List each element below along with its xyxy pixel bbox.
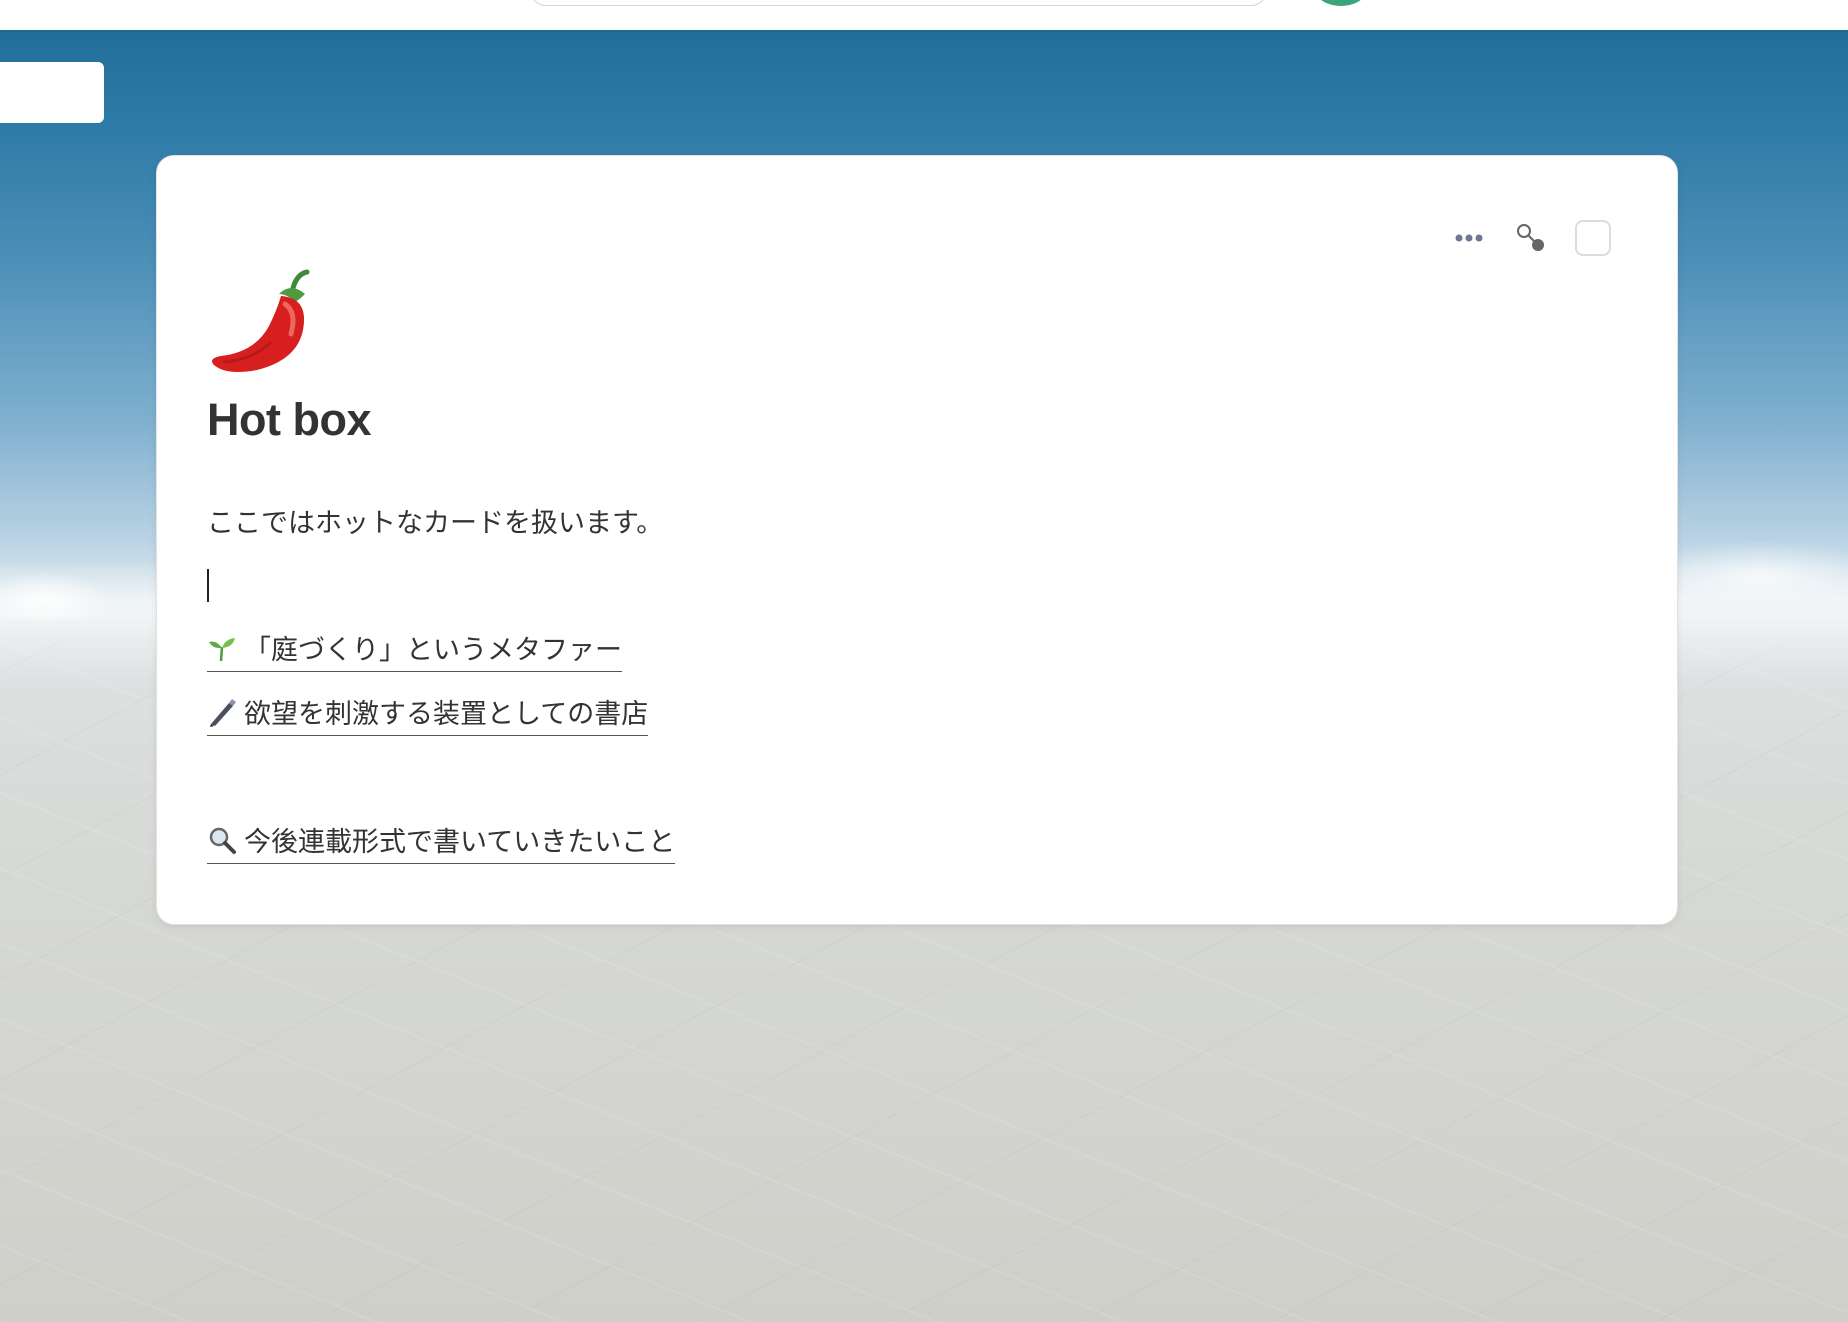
search-input[interactable] [530, 0, 1267, 6]
card-title: Hot box [207, 394, 371, 445]
top-bar [0, 0, 1848, 30]
more-options-button[interactable] [1449, 218, 1489, 258]
connect-icon [1517, 224, 1544, 251]
select-checkbox[interactable] [1575, 220, 1611, 256]
card-link[interactable]: 欲望を刺激する装置としての書店 [207, 692, 649, 736]
avatar[interactable] [1317, 0, 1365, 6]
magnifier-icon [207, 825, 237, 855]
card-link[interactable]: 今後連載形式で書いていきたいこと [207, 820, 676, 864]
card-link-label: 「庭づくり」というメタファー [244, 635, 622, 666]
card-link-label: 欲望を刺激する装置としての書店 [244, 699, 649, 730]
select-card-button[interactable] [1573, 218, 1613, 258]
card-link[interactable]: 「庭づくり」というメタファー [207, 628, 622, 672]
text-cursor [207, 569, 209, 602]
background-cloud [0, 570, 110, 620]
card-actions [1427, 218, 1613, 258]
card-link-label: 今後連載形式で書いていきたいこと [244, 827, 676, 858]
card-description: ここではホットなカードを扱います。 [207, 508, 664, 539]
hot-box-card: Hot box ここではホットなカードを扱います。 「庭づくり」というメタファー… [156, 155, 1678, 925]
hot-pepper-emoji [212, 269, 310, 372]
pen-icon [207, 697, 237, 727]
connect-button[interactable] [1511, 218, 1551, 258]
seedling-icon [207, 633, 237, 663]
more-options-icon [1455, 234, 1483, 242]
side-panel-tab[interactable] [0, 62, 104, 123]
